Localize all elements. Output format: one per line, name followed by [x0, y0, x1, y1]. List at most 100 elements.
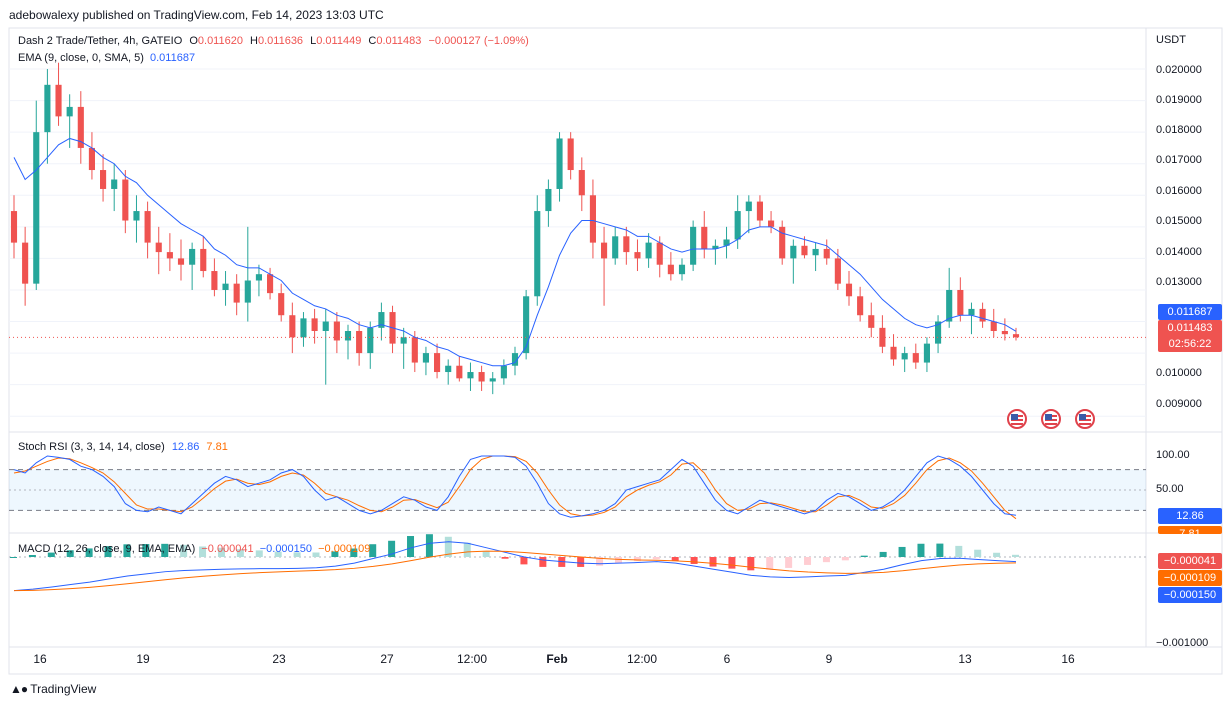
macd-label: MACD (12, 26, close, 9, EMA, EMA)	[18, 543, 196, 555]
candle-body	[601, 242, 608, 259]
macd-histogram-bar	[974, 549, 982, 557]
macd-histogram-bar	[709, 557, 717, 567]
published-caption: adebowalexy published on TradingView.com…	[9, 8, 384, 22]
time-label: Feb	[546, 652, 568, 666]
ema-line	[13, 137, 1017, 367]
tradingview-footer[interactable]: ▲● TradingView	[10, 682, 96, 696]
macd-histogram-bar	[10, 557, 17, 558]
macd-histogram-bar	[804, 557, 812, 565]
candle-body	[790, 245, 797, 259]
candle-body	[289, 315, 296, 338]
macd-histogram-bar	[841, 557, 849, 561]
candle-body	[589, 195, 596, 243]
macd-hist-badge: −0.000041	[1158, 553, 1222, 569]
symbol-name[interactable]: Dash 2 Trade/Tether, 4h, GATEIO	[18, 35, 182, 47]
price-tick: 0.009000	[1156, 398, 1202, 410]
candle-body	[645, 242, 652, 259]
candle-body	[189, 248, 196, 265]
candle-body	[467, 372, 474, 379]
macd-histogram-bar	[577, 557, 585, 567]
change-value: −0.000127 (−1.09%)	[428, 35, 529, 47]
macd-histogram-bar	[728, 557, 736, 569]
time-label: 23	[272, 652, 286, 666]
time-label: 12:00	[456, 652, 488, 666]
macd-histogram-bar	[747, 557, 755, 571]
macd-histogram-bar	[955, 545, 963, 557]
price-tick: 0.015000	[1156, 215, 1202, 227]
candle-body	[768, 220, 775, 227]
us-flag-event-icon[interactable]	[1075, 409, 1095, 429]
macd-histogram-bar	[936, 543, 944, 557]
price-tick: 0.018000	[1156, 124, 1202, 136]
currency-label: USDT	[1156, 34, 1186, 46]
us-flag-event-icon[interactable]	[1007, 409, 1027, 429]
stoch-d-value: 7.81	[206, 441, 228, 453]
candle-body	[1001, 331, 1008, 335]
candle-body	[556, 138, 563, 189]
candle-body	[356, 331, 363, 354]
price-tick: 0.014000	[1156, 246, 1202, 258]
stoch-k-value: 12.86	[171, 441, 200, 453]
chart-root: adebowalexy published on TradingView.com…	[0, 0, 1232, 707]
ema-legend[interactable]: EMA (9, close, 0, SMA, 5) 0.011687	[18, 52, 195, 64]
candle-body	[612, 236, 619, 259]
candle-body	[857, 296, 864, 316]
candle-body	[957, 289, 964, 316]
us-flag-event-icon[interactable]	[1041, 409, 1061, 429]
stoch-legend[interactable]: Stoch RSI (3, 3, 14, 14, close) 12.86 7.…	[18, 441, 228, 453]
macd-signal-badge: −0.000109	[1158, 570, 1222, 586]
candle-body	[177, 258, 185, 265]
candle-body	[756, 201, 763, 221]
candle-body	[500, 365, 507, 379]
time-label: 27	[380, 652, 394, 666]
macd-line-badge: −0.000150	[1158, 587, 1222, 603]
macd-signal-value: −0.000109	[318, 543, 371, 555]
candle-body	[255, 274, 262, 281]
candle-body	[133, 211, 140, 221]
candle-body	[923, 343, 930, 363]
candle-body	[111, 179, 118, 189]
time-label: 12:00	[626, 652, 658, 666]
high-label: H	[250, 35, 258, 47]
candle-body	[278, 293, 285, 316]
ema-label: EMA (9, close, 0, SMA, 5)	[18, 52, 144, 64]
candle-body	[901, 353, 908, 360]
macd-histogram-bar	[652, 557, 660, 560]
chart-canvas[interactable]	[0, 0, 1232, 707]
macd-histogram-bar	[463, 542, 471, 557]
candle-body	[567, 138, 574, 171]
stoch-tick: 100.00	[1156, 449, 1190, 461]
countdown-badge: 02:56:22	[1158, 336, 1222, 352]
macd-histogram-bar	[690, 557, 698, 564]
candle-body	[144, 211, 151, 243]
macd-line-value: −0.000150	[259, 543, 313, 555]
macd-histogram-bar	[501, 557, 509, 559]
candle-body	[66, 106, 73, 117]
candle-body	[745, 201, 752, 212]
macd-histogram-bar	[425, 534, 433, 557]
candle-body	[678, 264, 686, 275]
macd-histogram-bar	[917, 543, 925, 557]
macd-histogram-bar	[633, 557, 641, 562]
candle-body	[534, 211, 541, 297]
macd-histogram-bar	[860, 555, 868, 557]
candle-body	[10, 211, 18, 243]
candle-body	[656, 242, 663, 265]
macd-histogram-bar	[614, 557, 622, 564]
macd-histogram-bar	[407, 536, 415, 557]
candle-body	[823, 248, 830, 259]
candle-body	[523, 296, 530, 354]
macd-legend[interactable]: MACD (12, 26, close, 9, EMA, EMA) −0.000…	[18, 543, 370, 555]
low-value: 0.011449	[316, 35, 362, 47]
high-value: 0.011636	[257, 35, 304, 47]
candle-body	[489, 378, 496, 382]
macd-histogram-bar	[28, 555, 36, 557]
candle-body	[155, 242, 162, 253]
candle-body	[845, 283, 853, 297]
candle-body	[456, 365, 463, 379]
candle-body	[734, 211, 741, 240]
candle-body	[211, 271, 218, 290]
candle-body	[623, 236, 630, 253]
price-tick: 0.016000	[1156, 185, 1202, 197]
time-label: 13	[958, 652, 972, 666]
